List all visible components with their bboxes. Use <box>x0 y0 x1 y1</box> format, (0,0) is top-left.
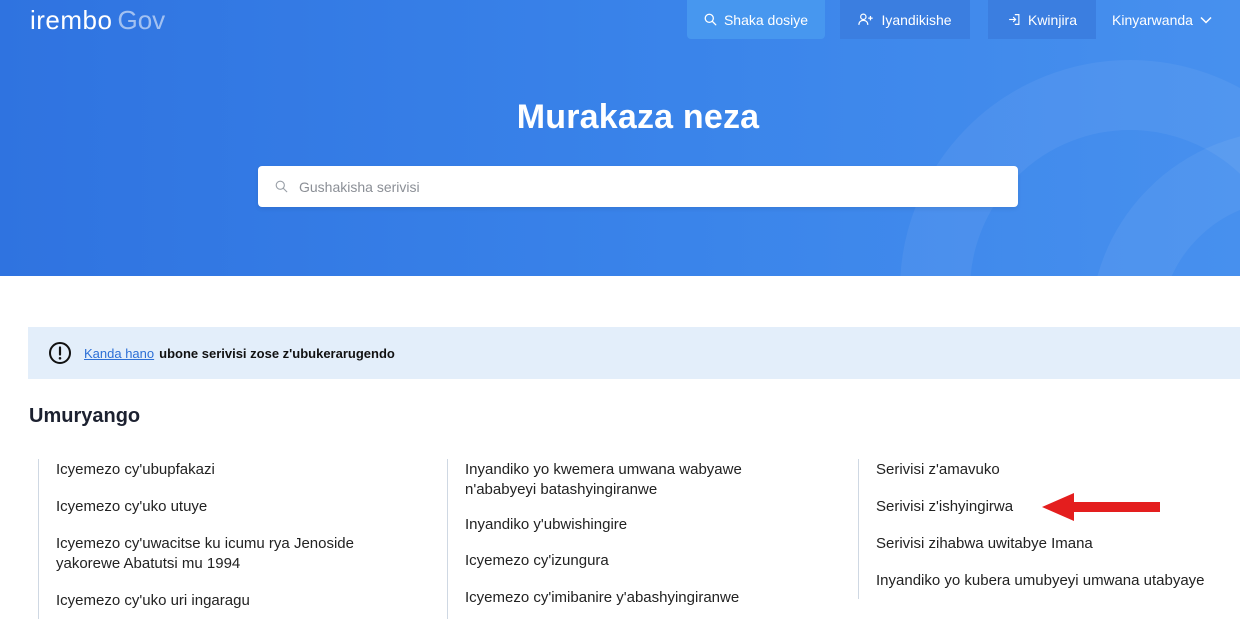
add-user-icon <box>858 13 874 25</box>
service-link[interactable]: Icyemezo cy'uko utuye <box>56 497 438 517</box>
tourism-notice: Kanda hano ubone serivisi zose z'ubukera… <box>28 327 1240 379</box>
exclamation-circle-icon <box>49 342 71 364</box>
logo[interactable]: irembo Gov <box>30 4 165 36</box>
logo-suffix: Gov <box>117 5 166 35</box>
login-label: Kwinjira <box>1027 11 1077 28</box>
service-link[interactable]: Inyandiko yo kubera umubyeyi umwana utab… <box>876 571 1240 591</box>
notice-link[interactable]: Kanda hano <box>84 346 154 361</box>
search-icon <box>704 13 717 26</box>
register-button[interactable]: Iyandikishe <box>840 0 970 39</box>
login-button[interactable]: Kwinjira <box>988 0 1096 39</box>
service-column: Icyemezo cy'ubupfakazi Icyemezo cy'uko u… <box>38 459 438 619</box>
hero-banner: irembo Gov Shaka dosiye Iyandikishe Kwin… <box>0 0 1240 276</box>
register-label: Iyandikishe <box>881 11 952 28</box>
service-column: Serivisi z'amavuko Serivisi z'ishyingirw… <box>858 459 1240 599</box>
page-title: Murakaza neza <box>516 98 760 136</box>
service-link[interactable]: Icyemezo cy'uwacitse ku icumu rya Jenosi… <box>56 534 396 574</box>
service-link[interactable]: Icyemezo cy'uko uri ingaragu <box>56 591 438 611</box>
service-column: Inyandiko yo kwemera umwana wabyawe n'ab… <box>447 459 847 619</box>
service-link[interactable]: Inyandiko y'ubwishingire <box>465 515 847 535</box>
service-link[interactable]: Serivisi z'amavuko <box>876 460 1240 480</box>
language-selector[interactable]: Kinyarwanda <box>1102 0 1226 39</box>
search-file-label: Shaka dosiye <box>723 11 809 28</box>
category-title: Umuryango <box>29 405 141 427</box>
service-link[interactable]: Serivisi zihabwa uwitabye Imana <box>876 534 1240 554</box>
service-link[interactable]: Inyandiko yo kwemera umwana wabyawe n'ab… <box>465 460 805 500</box>
login-icon <box>1009 14 1020 25</box>
service-search[interactable] <box>258 166 1018 207</box>
service-link[interactable]: Icyemezo cy'izungura <box>465 551 847 571</box>
search-input[interactable] <box>297 177 1018 196</box>
logo-brand: irembo <box>30 5 113 35</box>
service-link[interactable]: Icyemezo cy'ubupfakazi <box>56 460 438 480</box>
search-file-button[interactable]: Shaka dosiye <box>687 0 825 39</box>
service-link[interactable]: Icyemezo cy'imibanire y'abashyingiranwe <box>465 588 847 608</box>
notice-text: ubone serivisi zose z'ubukerarugendo <box>159 345 395 361</box>
language-label: Kinyarwanda <box>1112 11 1193 28</box>
chevron-down-icon <box>1200 16 1212 24</box>
search-icon <box>275 180 288 193</box>
red-arrow-annotation <box>1042 493 1160 521</box>
